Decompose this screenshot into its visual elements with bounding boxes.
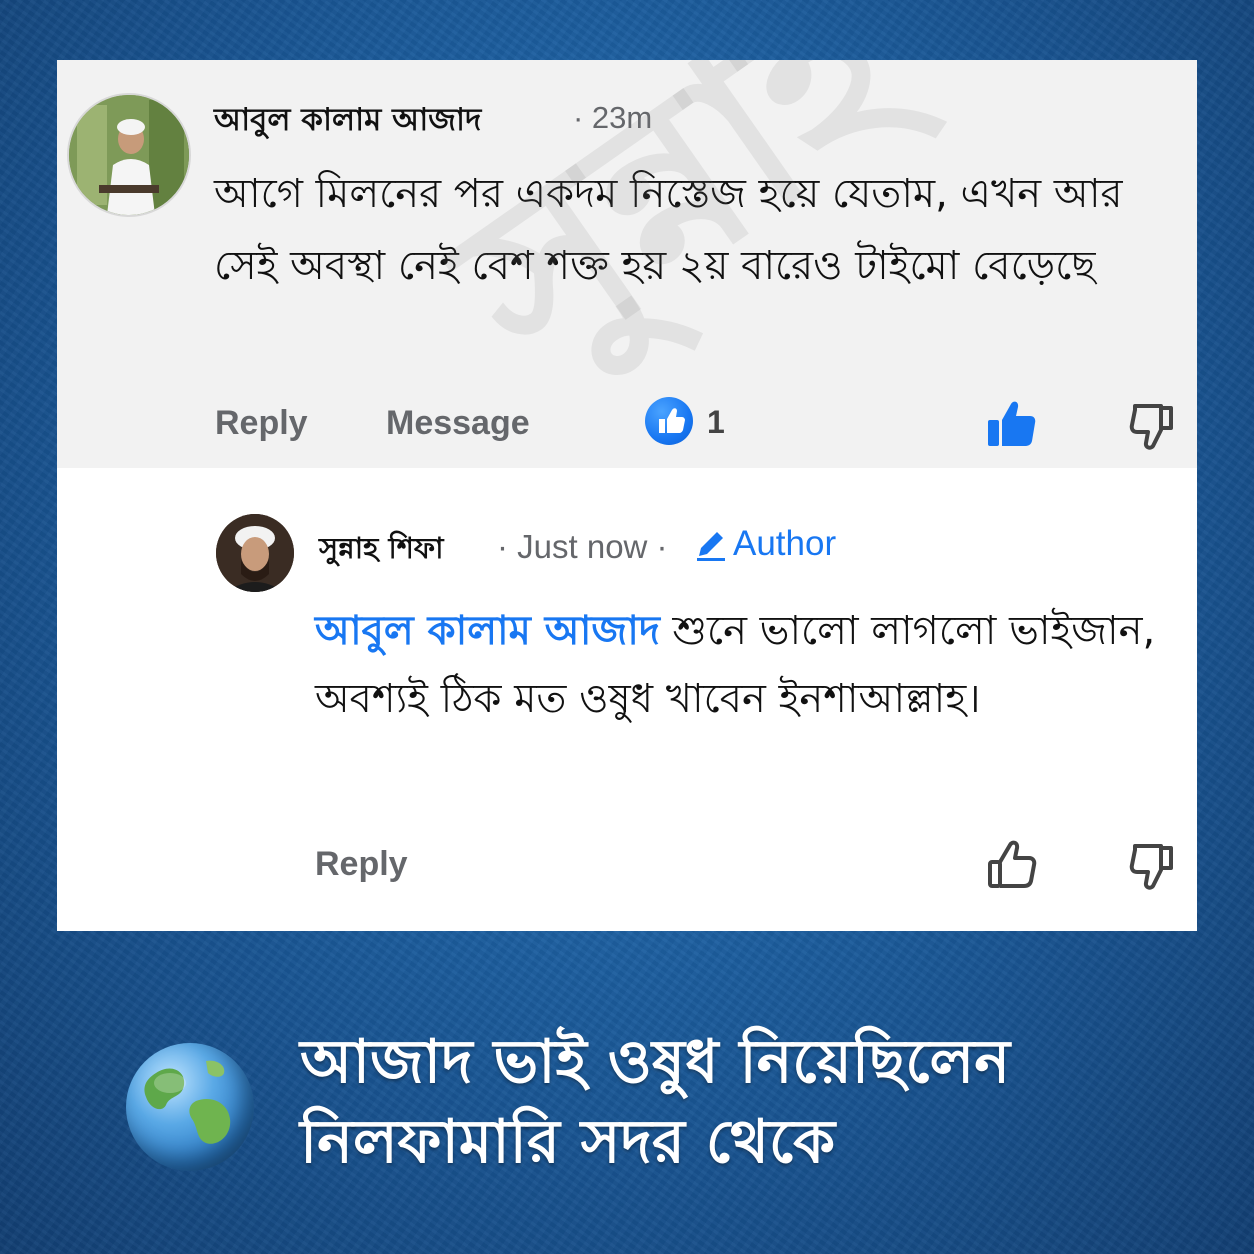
reply-button[interactable]: Reply [215, 404, 308, 443]
comment-author-name[interactable]: আবুল কালাম আজাদ [214, 96, 481, 148]
comment-parent: আবুল কালাম আজাদ · 23m আগে মিলনের পর একদম… [57, 60, 1197, 468]
thumbs-up-icon[interactable] [984, 836, 1040, 892]
globe-icon [126, 1043, 254, 1171]
like-count: 1 [707, 404, 725, 440]
reply-author-name[interactable]: সুন্নাহ শিফা [319, 526, 444, 575]
reply-reply-button[interactable]: Reply [315, 845, 408, 884]
like-reaction-icon [645, 397, 693, 445]
thumbs-down-icon[interactable] [1125, 396, 1181, 452]
comment-time: · 23m [573, 100, 653, 135]
message-button[interactable]: Message [386, 404, 530, 443]
thumbs-up-icon[interactable] [984, 396, 1040, 452]
comment-card: আবুল কালাম আজাদ · 23m আগে মিলনের পর একদম… [57, 60, 1197, 931]
pencil-icon [697, 532, 725, 561]
caption-line-2: নিলফামারি সদর থেকে [300, 1107, 836, 1177]
author-badge-label: Author [733, 524, 837, 563]
thumbs-down-icon[interactable] [1125, 836, 1181, 892]
avatar[interactable] [67, 93, 191, 217]
caption-line-1: আজাদ ভাই ওষুধ নিয়েছিলেন [300, 1027, 1011, 1097]
author-badge: Author [693, 524, 836, 564]
reply-text-block: আবুল কালাম আজাদ শুনে ভালো লাগলো ভাইজান, … [315, 597, 1195, 733]
reply-time: · Just now · [497, 528, 668, 565]
caption: আজাদ ভাই ওষুধ নিয়েছিলেন নিলফামারি সদর থ… [300, 1022, 1200, 1182]
reply-avatar[interactable] [216, 514, 294, 592]
mention-link[interactable]: আবুল কালাম আজাদ [315, 608, 660, 654]
comment-text: আগে মিলনের পর একদম নিস্তেজ হয়ে যেতাম, এ… [214, 171, 1123, 289]
